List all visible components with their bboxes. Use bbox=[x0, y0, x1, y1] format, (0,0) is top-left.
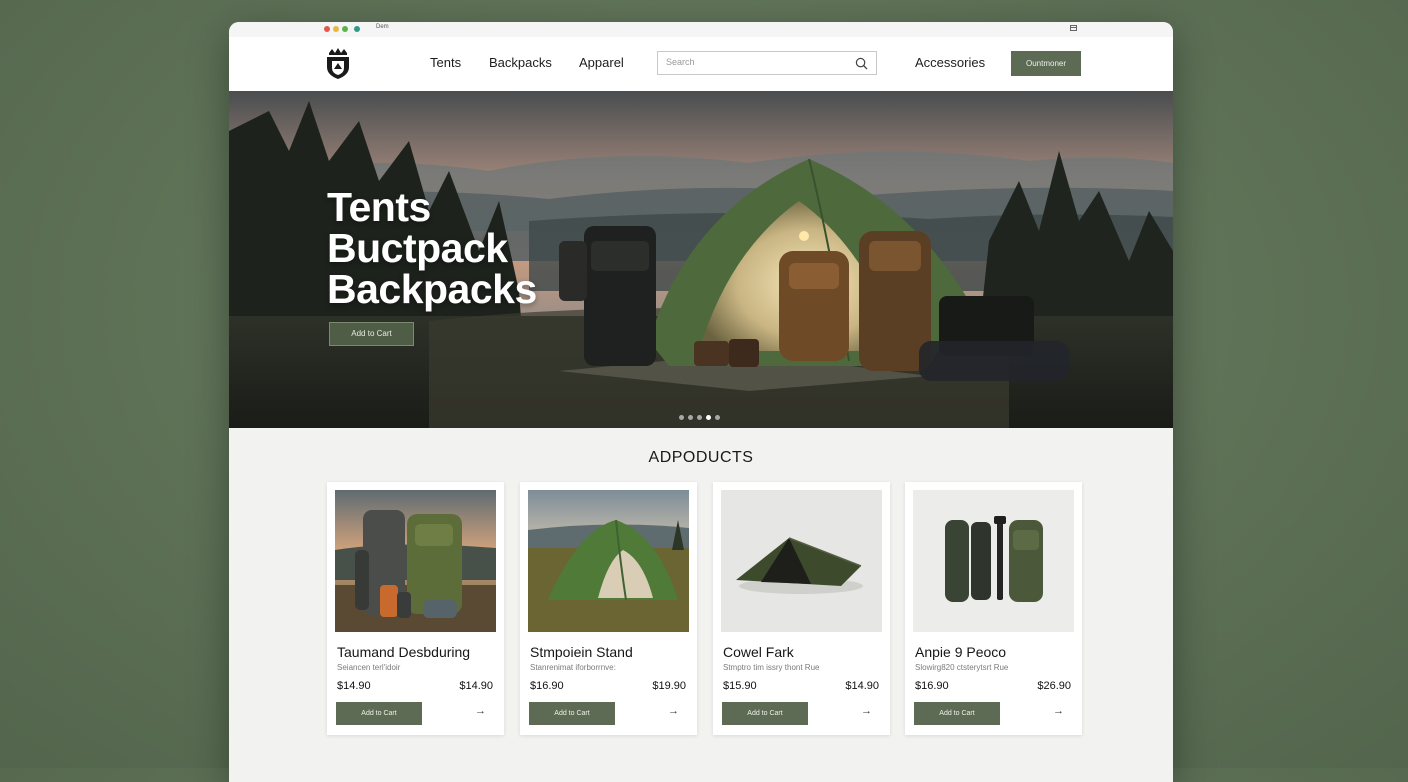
hero-add-to-cart-button[interactable]: Add to Cart bbox=[329, 322, 414, 346]
backpacks-image bbox=[335, 490, 496, 632]
product-subtitle: Seiancen terl'idoir bbox=[337, 663, 401, 672]
product-name[interactable]: Stmpoiein Stand bbox=[530, 644, 633, 660]
title-bar: Dem bbox=[229, 22, 1173, 37]
nav-link-accessories[interactable]: Accessories bbox=[915, 55, 985, 70]
product-price-alt: $14.90 bbox=[845, 680, 879, 692]
nav-link-tents[interactable]: Tents bbox=[430, 55, 461, 70]
arrow-right-icon[interactable]: → bbox=[861, 705, 872, 717]
carousel-dot[interactable] bbox=[688, 415, 693, 420]
product-price: $15.90 bbox=[723, 680, 757, 692]
product-price: $16.90 bbox=[530, 680, 564, 692]
maximize-dot[interactable] bbox=[342, 26, 348, 32]
carousel-dot-active[interactable] bbox=[706, 415, 711, 420]
dome-tent-image bbox=[528, 490, 689, 632]
search-icon[interactable] bbox=[855, 57, 868, 70]
gear-set-image bbox=[913, 490, 1074, 632]
product-card[interactable]: Taumand Desbduring Seiancen terl'idoir $… bbox=[327, 482, 504, 735]
product-name[interactable]: Taumand Desbduring bbox=[337, 644, 470, 660]
top-navigation: Tents Backpacks Apparel Accessories Ount… bbox=[229, 37, 1173, 92]
product-image[interactable] bbox=[913, 490, 1074, 632]
search-box bbox=[657, 51, 877, 75]
product-price: $16.90 bbox=[915, 680, 949, 692]
product-card[interactable]: Cowel Fark Stmptro tim issry thont Rue $… bbox=[713, 482, 890, 735]
arrow-right-icon[interactable]: → bbox=[475, 705, 486, 717]
product-price-alt: $14.90 bbox=[459, 680, 493, 692]
hero-headline-line: Backpacks bbox=[327, 266, 537, 312]
carousel-dot[interactable] bbox=[679, 415, 684, 420]
browser-window: Dem Tents Backpacks Apparel Accessories … bbox=[229, 22, 1173, 782]
product-name[interactable]: Anpie 9 Peoco bbox=[915, 644, 1006, 660]
hero-headline-line: Buctpack bbox=[327, 225, 508, 271]
tunnel-tent-image bbox=[721, 490, 882, 632]
product-price: $14.90 bbox=[337, 680, 371, 692]
carousel-dot[interactable] bbox=[715, 415, 720, 420]
search-input[interactable] bbox=[666, 57, 846, 67]
shield-logo-icon[interactable] bbox=[325, 47, 351, 79]
product-subtitle: Slowirg820 ctsterytsrt Rue bbox=[915, 663, 1009, 672]
product-card[interactable]: Stmpoiein Stand Stanrenimat iforborrnve:… bbox=[520, 482, 697, 735]
add-to-cart-button[interactable]: Add to Cart bbox=[914, 702, 1000, 725]
product-price-alt: $26.90 bbox=[1037, 680, 1071, 692]
add-to-cart-button[interactable]: Add to Cart bbox=[529, 702, 615, 725]
hero-headline: Tents Buctpack Backpacks bbox=[327, 187, 537, 310]
product-card[interactable]: Anpie 9 Peoco Slowirg820 ctsterytsrt Rue… bbox=[905, 482, 1082, 735]
nav-link-apparel[interactable]: Apparel bbox=[579, 55, 624, 70]
minimize-dot[interactable] bbox=[333, 26, 339, 32]
close-dot[interactable] bbox=[324, 26, 330, 32]
product-price-alt: $19.90 bbox=[652, 680, 686, 692]
arrow-right-icon[interactable]: → bbox=[668, 705, 679, 717]
product-name[interactable]: Cowel Fark bbox=[723, 644, 794, 660]
hero-headline-line: Tents bbox=[327, 184, 431, 230]
product-subtitle: Stmptro tim issry thont Rue bbox=[723, 663, 820, 672]
header-cta-button[interactable]: Ountmoner bbox=[1011, 51, 1081, 76]
arrow-right-icon[interactable]: → bbox=[1053, 705, 1064, 717]
product-image[interactable] bbox=[528, 490, 689, 632]
product-subtitle: Stanrenimat iforborrnve: bbox=[530, 663, 616, 672]
window-menu-icon[interactable] bbox=[1070, 25, 1077, 31]
add-to-cart-button[interactable]: Add to Cart bbox=[336, 702, 422, 725]
products-section-title: ADPODUCTS bbox=[648, 449, 754, 466]
window-title: Dem bbox=[376, 24, 389, 30]
hero-banner: Tents Buctpack Backpacks Add to Cart bbox=[229, 91, 1173, 428]
carousel-indicators bbox=[679, 407, 724, 420]
product-image[interactable] bbox=[721, 490, 882, 632]
product-image[interactable] bbox=[335, 490, 496, 632]
nav-link-backpacks[interactable]: Backpacks bbox=[489, 55, 552, 70]
add-to-cart-button[interactable]: Add to Cart bbox=[722, 702, 808, 725]
extension-dot[interactable] bbox=[354, 26, 360, 32]
carousel-dot[interactable] bbox=[697, 415, 702, 420]
